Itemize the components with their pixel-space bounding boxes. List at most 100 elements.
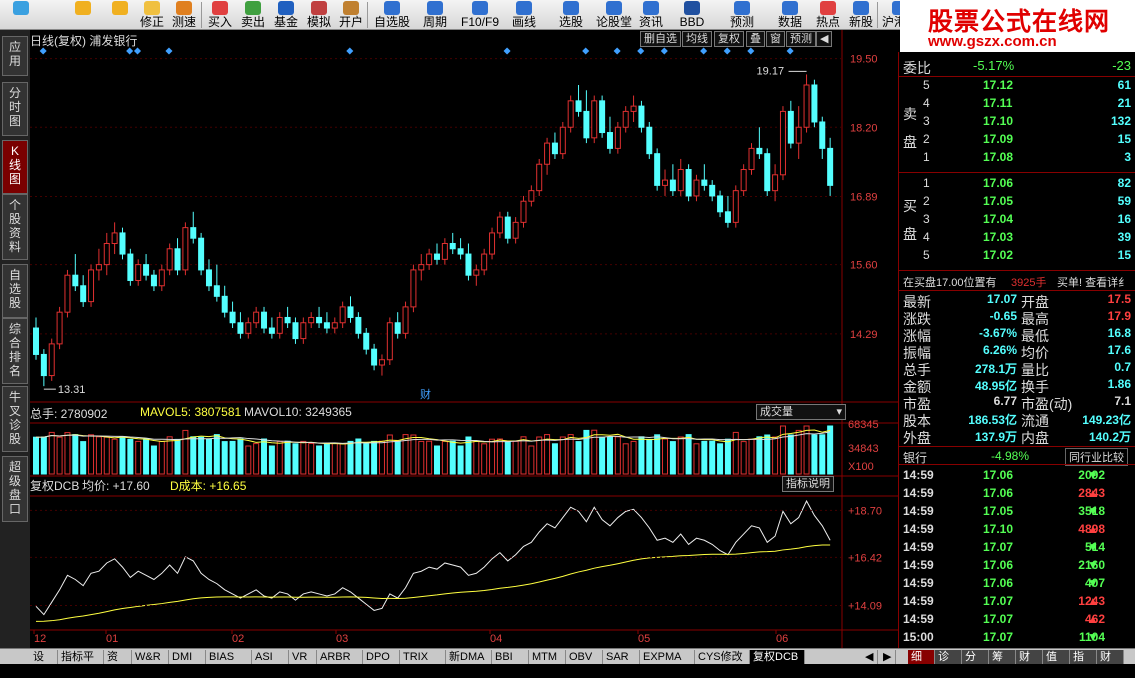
toolbar-button-18[interactable]: 预测 [722, 0, 762, 30]
leftnav-item-7[interactable]: 超级盘口 [2, 456, 28, 522]
right-tab-1[interactable]: 诊 [935, 650, 962, 664]
collapse-icon[interactable]: ◀ [816, 31, 833, 47]
toolbar-button-7[interactable]: 基金 [271, 0, 301, 30]
leftnav-item-5[interactable]: 综合排名 [2, 318, 28, 384]
toolbar-button-15[interactable]: 论股堂 [594, 0, 634, 30]
leftnav-item-4[interactable]: 自选股 [2, 264, 28, 318]
sell-price[interactable]: 17.11 [983, 96, 1012, 110]
big-order-notice[interactable]: 在买盘17.00位置有 [903, 274, 997, 290]
leftnav-item-2[interactable]: K线图 [2, 140, 28, 194]
toolbar-button-12[interactable]: F10/F9 [456, 0, 504, 30]
account-icon [343, 1, 359, 15]
bottom-tab-16[interactable]: EXPMA [640, 650, 695, 664]
bottom-tab-3[interactable]: W&R [132, 650, 169, 664]
toolbar-button-11[interactable]: 周期 [420, 0, 450, 30]
buy-price[interactable]: 17.04 [983, 212, 1013, 226]
toolbar-button-8[interactable]: 模拟 [304, 0, 334, 30]
scroll-left-icon[interactable]: ◀ [862, 650, 878, 664]
toolbar-button-5[interactable]: 买入 [205, 0, 235, 30]
bottom-tab-1[interactable]: 指标平台 [58, 650, 104, 677]
buy-price[interactable]: 17.02 [983, 248, 1013, 262]
leftnav-item-0[interactable]: 应用 [2, 36, 28, 76]
toolbar-button-16[interactable]: 资讯 [636, 0, 666, 30]
bottom-tab-11[interactable]: 新DMA [446, 650, 492, 664]
sell-price[interactable]: 17.09 [983, 132, 1013, 146]
buy-price[interactable]: 17.05 [983, 194, 1013, 208]
bottom-tab-18[interactable]: 复权DCB [750, 650, 805, 664]
candle-body [740, 169, 747, 192]
volume-dropdown[interactable]: 成交量 ▾ [756, 404, 846, 420]
big-order-link[interactable]: 买单! 查看详纟 [1057, 274, 1129, 290]
indicator-help-button[interactable]: 指标说明 [782, 476, 834, 492]
tick-time: 14:59 [903, 558, 934, 572]
right-tab-2[interactable]: 分 [962, 650, 989, 664]
toolbar-button-1[interactable] [68, 0, 98, 30]
right-tab-5[interactable]: 值 [1043, 650, 1070, 664]
right-tab-4[interactable]: 财 [1016, 650, 1043, 664]
scroll-right-icon[interactable]: ▶ [880, 650, 896, 664]
toolbar-button-10[interactable]: 自选股 [372, 0, 412, 30]
toolbar-button-label: 画线 [511, 15, 536, 29]
sell-price[interactable]: 17.10 [983, 114, 1013, 128]
chart-btn-3[interactable]: 叠 [746, 31, 765, 47]
bottom-tab-17[interactable]: CYS修改 [695, 650, 750, 664]
right-tab-6[interactable]: 指 [1070, 650, 1097, 664]
bottom-tab-7[interactable]: VR [289, 650, 317, 664]
toolbar-button-19[interactable]: 数据 [774, 0, 806, 30]
chart-btn-4[interactable]: 窗 [766, 31, 785, 47]
leftnav-item-3[interactable]: 个股资料 [2, 194, 28, 260]
toolbar-button-label: 新股 [848, 15, 873, 29]
toolbar-button-0[interactable] [4, 0, 38, 30]
bottom-tab-10[interactable]: TRIX [400, 650, 446, 664]
bottom-tab-12[interactable]: BBI [492, 650, 529, 664]
buy-price[interactable]: 17.03 [983, 230, 1013, 244]
bottom-tab-14[interactable]: OBV [566, 650, 603, 664]
toolbar-button-3[interactable]: 修正 [138, 0, 166, 30]
bottom-tab-6[interactable]: ASI [252, 650, 289, 664]
chart-canvas[interactable]: 19.50 18.20 16.89 15.60 14.29 19.17 13.31 财 6834… [30, 30, 898, 648]
toolbar-button-6[interactable]: 卖出 [238, 0, 268, 30]
bottom-tab-0[interactable]: 设置 [30, 650, 58, 677]
sell-level: 5 [923, 78, 930, 92]
toolbar-button-2[interactable] [104, 0, 136, 30]
right-tab-3[interactable]: 筹 [989, 650, 1016, 664]
sell-price[interactable]: 17.12 [983, 78, 1013, 92]
bottom-tab-5[interactable]: BIAS [206, 650, 252, 664]
leftnav-item-6[interactable]: 牛叉诊股 [2, 386, 28, 452]
bottom-tab-2[interactable]: 资讯 [104, 650, 132, 677]
toolbar-button-4[interactable]: 测速 [168, 0, 200, 30]
tick-price: 17.07 [983, 612, 1014, 626]
chart-btn-2[interactable]: 复权 [714, 31, 744, 47]
candle-body [677, 169, 684, 192]
toolbar-button-17[interactable]: BBD [672, 0, 712, 30]
candle-body [190, 227, 197, 239]
chart-btn-5[interactable]: 预测 [786, 31, 816, 47]
bottom-tab-9[interactable]: DPO [363, 650, 400, 664]
right-tab-0[interactable]: 细 [908, 650, 935, 664]
volume-bar [410, 434, 417, 475]
toolbar-button-21[interactable]: 新股 [846, 0, 876, 30]
toolbar-button-13[interactable]: 画线 [508, 0, 540, 30]
right-tab-7[interactable]: 财 [1097, 650, 1124, 664]
buy-price[interactable]: 17.06 [983, 176, 1013, 190]
bottom-tab-13[interactable]: MTM [529, 650, 566, 664]
bottom-tab-15[interactable]: SAR [603, 650, 640, 664]
bottom-tab-4[interactable]: DMI [169, 650, 206, 664]
candle-body [559, 126, 566, 155]
chart-btn-0[interactable]: 删自选 [640, 31, 681, 47]
volume-bar [764, 434, 771, 475]
toolbar-button-20[interactable]: 热点 [812, 0, 844, 30]
toolbar-button-14[interactable]: 选股 [555, 0, 587, 30]
quote-value: 140.2万 [1088, 430, 1131, 444]
divider [899, 76, 1135, 77]
volume-bar [662, 438, 669, 475]
tick-price: 17.06 [983, 576, 1014, 590]
volume-bar [559, 436, 566, 475]
toolbar-button-label: 开户 [338, 15, 363, 29]
sell-price[interactable]: 17.08 [983, 150, 1013, 164]
chart-btn-1[interactable]: 均线 [682, 31, 712, 47]
bottom-tab-8[interactable]: ARBR [317, 650, 363, 664]
toolbar-button-9[interactable]: 开户 [336, 0, 366, 30]
arrow-down-icon: ▼ [1087, 630, 1099, 644]
leftnav-item-1[interactable]: 分时图 [2, 82, 28, 136]
